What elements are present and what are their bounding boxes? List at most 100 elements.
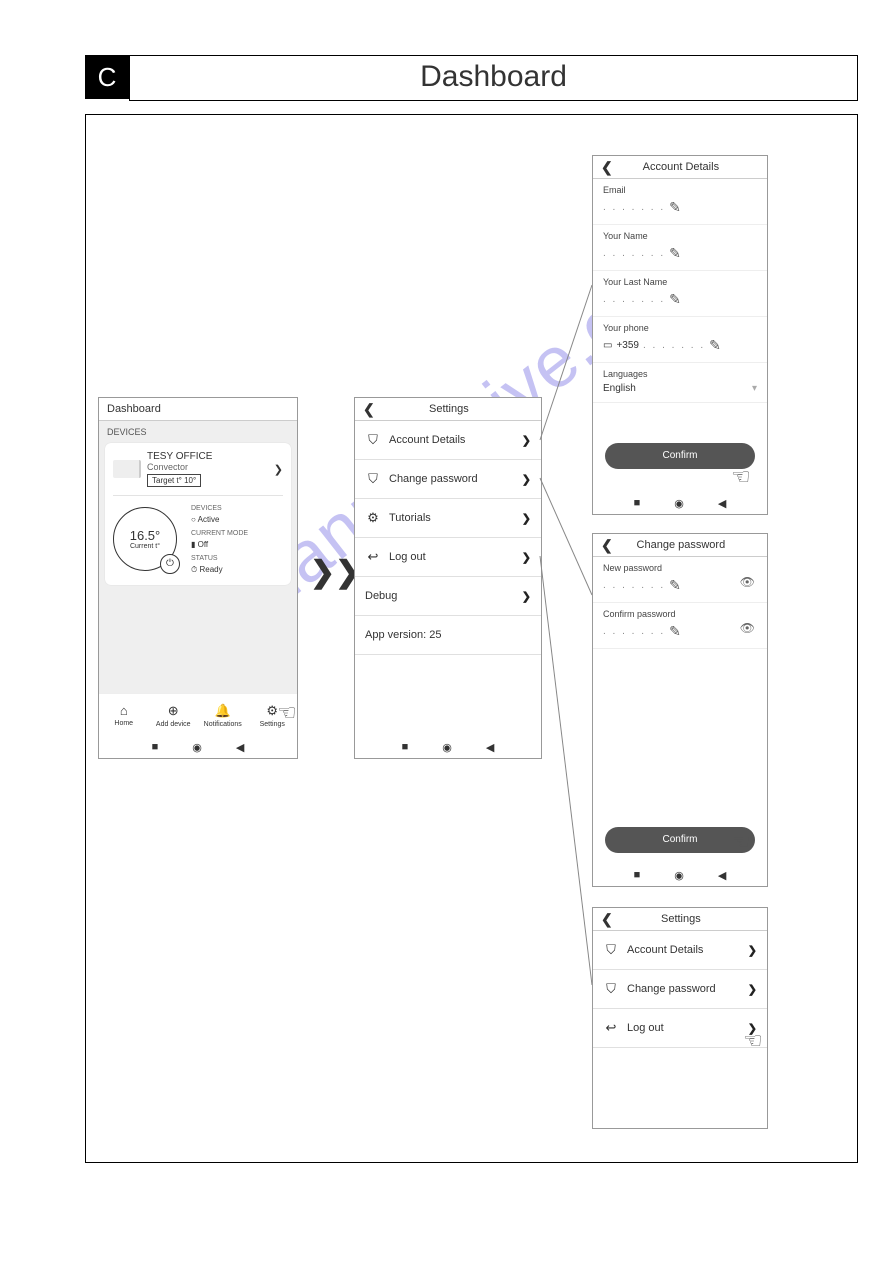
phone-account-details: ❮ Account Details Email . . . . . . .✎ Y… [592, 155, 768, 515]
sys-back-icon[interactable]: ◀ [718, 497, 726, 510]
phone-change-password: ❮ Change password New password . . . . .… [592, 533, 768, 887]
devices-section-label: DEVICES [99, 421, 297, 443]
person-icon: ⛉ [365, 471, 381, 487]
person-icon: ⛉ [603, 981, 619, 997]
row-change-password-2[interactable]: ⛉ Change password ❯ [593, 970, 767, 1009]
language-select[interactable]: English ▾ [603, 379, 757, 398]
plus-circle-icon: ⊕ [168, 703, 179, 719]
logout-icon: ↩ [603, 1020, 619, 1036]
confirm-password-label: Confirm password [603, 609, 757, 619]
temperature-label: Current t° [130, 543, 160, 550]
main-frame: Dashboard DEVICES TESY OFFICE Convector … [85, 114, 858, 1163]
row-account-details-2[interactable]: ⛉ Account Details ❯ [593, 931, 767, 970]
confirm-password-field[interactable]: . . . . . . .✎ [603, 619, 757, 644]
sys-home-icon[interactable]: ◉ [442, 741, 452, 754]
status-value: ⏱ Ready [191, 564, 248, 575]
row-debug[interactable]: Debug ❯ [355, 577, 541, 616]
device-target: Target t° 10° [147, 474, 201, 487]
double-chevron-icon: ❯❯ [310, 555, 360, 590]
row-app-version: App version: 25 [355, 616, 541, 655]
new-password-label: New password [603, 563, 757, 573]
chevron-right-icon: ❯ [522, 434, 531, 447]
nav-add-device[interactable]: ⊕Add device [149, 694, 199, 736]
pointing-hand-icon: ☜ [731, 829, 751, 855]
phone-settings-logout: ❮ Settings ⛉ Account Details ❯ ⛉ Change … [592, 907, 768, 1129]
phone-dashboard: Dashboard DEVICES TESY OFFICE Convector … [98, 397, 298, 759]
chevron-right-icon[interactable]: ❯ [274, 463, 283, 476]
row-log-out-2[interactable]: ↩ Log out ❯ [593, 1009, 767, 1048]
languages-label: Languages [603, 369, 757, 379]
scribble-icon: ✎ [709, 337, 721, 354]
sys-recent-icon[interactable]: ■ [152, 741, 159, 753]
pointing-hand-icon: ☜ [743, 1028, 763, 1054]
scribble-icon: ✎ [669, 199, 681, 216]
eye-icon[interactable]: 👁 [740, 621, 755, 635]
dashboard-title: Dashboard [107, 403, 161, 415]
pointing-hand-icon: ☜ [731, 464, 751, 490]
power-button[interactable]: ⏻ [160, 554, 180, 574]
sys-home-icon[interactable]: ◉ [674, 497, 684, 510]
change-password-title: Change password [603, 539, 759, 551]
chevron-right-icon: ❯ [522, 551, 531, 564]
logout-icon: ↩ [365, 549, 381, 565]
sys-recent-icon[interactable]: ■ [402, 741, 409, 753]
flag-icon: ▭ [603, 340, 612, 351]
scribble-icon: ✎ [669, 291, 681, 308]
page-title: Dashboard [129, 55, 858, 101]
phone-prefix: +359 [616, 340, 639, 351]
device-card[interactable]: TESY OFFICE Convector Target t° 10° ❯ 16… [105, 443, 291, 585]
nav-notifications[interactable]: 🔔Notifications [198, 694, 248, 736]
device-thumb [113, 460, 141, 478]
email-label: Email [603, 185, 757, 195]
sys-recent-icon[interactable]: ■ [634, 869, 641, 881]
chevron-right-icon: ❯ [748, 944, 757, 957]
settings-title: Settings [365, 403, 533, 415]
sys-recent-icon[interactable]: ■ [634, 497, 641, 509]
chevron-right-icon: ❯ [522, 590, 531, 603]
sys-back-icon[interactable]: ◀ [486, 741, 494, 754]
eye-icon[interactable]: 👁 [740, 575, 755, 589]
scribble-icon: ✎ [669, 623, 681, 640]
chevron-right-icon: ❯ [522, 512, 531, 525]
nav-home[interactable]: ⌂Home [99, 694, 149, 736]
name-field[interactable]: . . . . . . .✎ [603, 241, 757, 266]
sys-back-icon[interactable]: ◀ [236, 741, 244, 754]
person-icon: ⛉ [365, 432, 381, 448]
new-password-field[interactable]: . . . . . . .✎ [603, 573, 757, 598]
devices-label: DEVICES [191, 504, 248, 514]
row-account-details[interactable]: ⛉ Account Details ❯ [355, 421, 541, 460]
account-details-title: Account Details [603, 161, 759, 173]
last-name-field[interactable]: . . . . . . .✎ [603, 287, 757, 312]
scribble-icon: ✎ [669, 577, 681, 594]
phone-settings: ❮ Settings ⛉ Account Details ❯ ⛉ Change … [354, 397, 542, 759]
email-field[interactable]: . . . . . . .✎ [603, 195, 757, 220]
settings-title-2: Settings [603, 913, 759, 925]
sys-home-icon[interactable]: ◉ [674, 869, 684, 882]
devices-value: ○ Active [191, 514, 248, 525]
last-name-label: Your Last Name [603, 277, 757, 287]
row-tutorials[interactable]: ⚙ Tutorials ❯ [355, 499, 541, 538]
home-icon: ⌂ [120, 703, 128, 718]
chevron-right-icon: ❯ [522, 473, 531, 486]
person-icon: ⛉ [603, 942, 619, 958]
sys-back-icon[interactable]: ◀ [718, 869, 726, 882]
gear-icon: ⚙ [365, 510, 381, 526]
row-log-out[interactable]: ↩ Log out ❯ [355, 538, 541, 577]
mode-value: ▮ Off [191, 539, 248, 550]
temperature-gauge: 16.5° Current t° ⏻ [113, 507, 177, 571]
name-label: Your Name [603, 231, 757, 241]
bell-icon: 🔔 [215, 703, 231, 719]
status-label: STATUS [191, 554, 248, 564]
row-change-password[interactable]: ⛉ Change password ❯ [355, 460, 541, 499]
device-subtitle: Convector [147, 462, 268, 472]
chevron-right-icon: ❯ [748, 983, 757, 996]
device-name: TESY OFFICE [147, 451, 268, 462]
scribble-icon: ✎ [669, 245, 681, 262]
phone-label: Your phone [603, 323, 757, 333]
chevron-down-icon: ▾ [752, 383, 757, 394]
pointing-hand-icon: ☜ [277, 700, 297, 726]
phone-field[interactable]: ▭ +359 . . . . . . .✎ [603, 333, 757, 358]
header-badge: C [85, 55, 129, 99]
sys-home-icon[interactable]: ◉ [192, 741, 202, 754]
temperature-value: 16.5° [130, 528, 161, 543]
